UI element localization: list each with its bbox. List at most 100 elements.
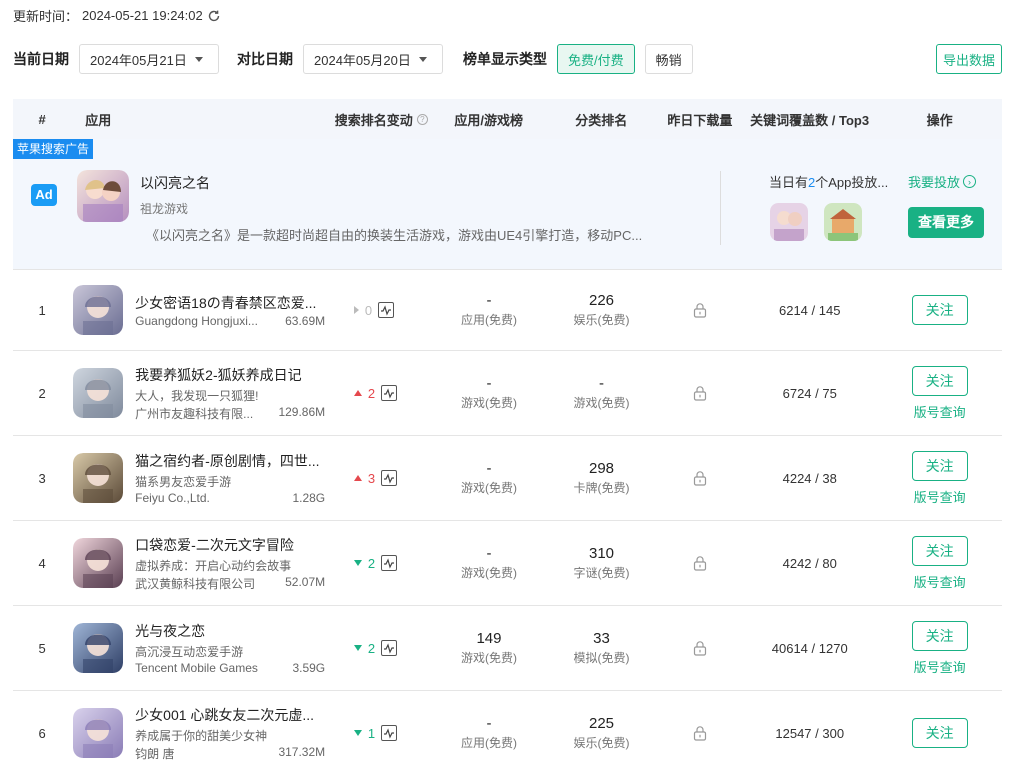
category-rank-value: - [599, 375, 604, 392]
follow-button[interactable]: 关注 [911, 535, 968, 566]
keywords-value: 4242 / 80 [782, 555, 837, 571]
app-cell[interactable]: 口袋恋爱-二次元文字冒险 虚拟养成：开启心动约会故事 武汉黄鲸科技有限公司 52… [71, 535, 334, 592]
app-icon[interactable] [73, 623, 124, 673]
follow-button[interactable]: 关注 [911, 718, 968, 748]
lock-icon[interactable] [693, 555, 707, 571]
ad-cta-link[interactable]: 我要投放 › [908, 172, 977, 191]
compare-date-value: 2024年05月20日 [314, 52, 411, 68]
app-developer-line: 武汉黄鲸科技有限公司 52.07M [135, 575, 325, 592]
rank-number: 1 [38, 302, 46, 318]
type-grossing-button[interactable]: 畅销 [644, 44, 693, 74]
search-change-value: 2 [367, 385, 376, 401]
rank-number: 5 [38, 640, 46, 656]
category-rank-label: 字谜(免费) [573, 566, 630, 580]
app-cell[interactable]: 少女密语18の青春禁区恋爱... Guangdong Hongjuxi... 6… [71, 285, 334, 335]
lock-icon[interactable] [693, 302, 707, 318]
export-button[interactable]: 导出数据 [935, 44, 1002, 74]
table-row: 5 光与夜之恋 高沉浸互动恋爱手游 Tencent Mobile Games 3… [13, 606, 1002, 691]
follow-button[interactable]: 关注 [911, 450, 968, 481]
app-icon[interactable] [73, 453, 124, 503]
ad-mini-icon-2[interactable] [824, 203, 862, 241]
downloads-cell [658, 725, 742, 741]
trend-chart-icon[interactable] [381, 555, 398, 571]
follow-button[interactable]: 关注 [911, 295, 968, 325]
app-subtitle: 大人，我发现一只狐狸! [135, 388, 259, 403]
app-subtitle: 虚拟养成：开启心动约会故事 [135, 558, 292, 573]
category-rank-value: 310 [588, 545, 615, 562]
app-icon[interactable] [73, 708, 124, 758]
app-name[interactable]: 少女001 心跳女友二次元虚... [135, 705, 325, 725]
trend-chart-icon[interactable] [381, 470, 398, 486]
trend-chart-icon[interactable] [378, 302, 395, 318]
app-cell[interactable]: 少女001 心跳女友二次元虚... 养成属于你的甜美少女神 钧朗 唐 317.3… [71, 705, 334, 762]
lock-icon[interactable] [693, 385, 707, 401]
category-rank-cell: 33 模拟(免费) [545, 630, 658, 666]
app-subtitle: 猫系男友恋爱手游 [135, 475, 232, 489]
app-name[interactable]: 少女密语18の青春禁区恋爱... [135, 293, 325, 313]
ad-more-button[interactable]: 查看更多 [908, 207, 984, 238]
col-category: 分类排名 [575, 112, 628, 128]
app-developer-line: 钧朗 唐 317.32M [135, 745, 325, 762]
app-cell[interactable]: 我要养狐妖2-狐妖养成日记 大人，我发现一只狐狸! 广州市友趣科技有限... 1… [71, 365, 334, 422]
search-change-cell: 2 [334, 555, 433, 571]
current-date-select[interactable]: 2024年05月21日 [79, 44, 219, 74]
app-meta: 猫之宿约者-原创剧情，四世... 猫系男友恋爱手游 Feiyu Co.,Ltd.… [135, 451, 325, 505]
ad-cta-label: 我要投放 [908, 175, 961, 190]
compare-date-select[interactable]: 2024年05月20日 [303, 44, 443, 74]
app-developer: Feiyu Co.,Ltd. [135, 491, 210, 505]
trend-chart-icon[interactable] [381, 725, 398, 741]
ad-app-name[interactable]: 以闪亮之名 [140, 173, 210, 193]
app-developer-line: Guangdong Hongjuxi... 63.69M [135, 314, 325, 328]
follow-button[interactable]: 关注 [911, 365, 968, 396]
chart-rank-value: - [486, 460, 492, 477]
app-developer: 广州市友趣科技有限... [135, 406, 254, 421]
category-rank-cell: 225 娱乐(免费) [545, 715, 658, 751]
app-cell[interactable]: 猫之宿约者-原创剧情，四世... 猫系男友恋爱手游 Feiyu Co.,Ltd.… [71, 451, 334, 505]
lock-icon[interactable] [693, 725, 707, 741]
table-row: 6 少女001 心跳女友二次元虚... 养成属于你的甜美少女神 钧朗 唐 317… [13, 691, 1002, 764]
keywords-value: 4224 / 38 [782, 470, 837, 486]
trend-chart-icon[interactable] [381, 640, 398, 656]
category-rank-value: 226 [588, 292, 615, 309]
ad-mini-icon-1[interactable] [770, 203, 808, 241]
help-icon[interactable]: ? [416, 113, 428, 125]
version-query-link[interactable]: 版号查询 [914, 402, 966, 421]
chart-rank-value: - [486, 715, 492, 732]
lock-icon[interactable] [693, 640, 707, 656]
trend-chart-icon[interactable] [381, 385, 398, 401]
lock-icon[interactable] [693, 470, 707, 486]
arrow-up-icon [353, 475, 362, 481]
ad-app-icon[interactable] [77, 170, 129, 222]
version-query-link[interactable]: 版号查询 [914, 572, 966, 591]
keywords-value: 12547 / 300 [775, 725, 845, 741]
search-ad-tag: 苹果搜索广告 [13, 139, 94, 159]
version-query-link[interactable]: 版号查询 [914, 657, 966, 676]
app-name[interactable]: 口袋恋爱-二次元文字冒险 [135, 535, 325, 555]
app-icon[interactable] [73, 285, 124, 335]
app-name[interactable]: 猫之宿约者-原创剧情，四世... [135, 451, 325, 471]
ops-cell: 关注 版号查询 [877, 450, 1002, 506]
chart-rank-value: - [486, 545, 492, 562]
app-cell[interactable]: 光与夜之恋 高沉浸互动恋爱手游 Tencent Mobile Games 3.5… [71, 621, 334, 675]
search-change-cell: 2 [334, 385, 433, 401]
chart-rank-label: 游戏(免费) [460, 396, 517, 410]
type-free-paid-button[interactable]: 免费/付费 [557, 44, 635, 74]
app-meta: 光与夜之恋 高沉浸互动恋爱手游 Tencent Mobile Games 3.5… [135, 621, 325, 675]
app-icon[interactable] [73, 538, 124, 588]
app-icon[interactable] [73, 368, 124, 418]
app-size: 317.32M [278, 744, 326, 759]
rank-number: 4 [38, 555, 46, 571]
col-search-change-label: 搜索排名变动 [334, 112, 413, 128]
follow-button[interactable]: 关注 [911, 620, 968, 651]
ops-cell: 关注 版号查询 [877, 365, 1002, 421]
downloads-cell [658, 302, 742, 318]
col-search-change: 搜索排名变动 ? [335, 110, 433, 129]
chart-rank-label: 应用(免费) [460, 736, 517, 750]
version-query-link[interactable]: 版号查询 [914, 487, 966, 506]
refresh-icon[interactable] [207, 9, 221, 23]
app-name[interactable]: 我要养狐妖2-狐妖养成日记 [135, 365, 325, 385]
app-name[interactable]: 光与夜之恋 [135, 621, 325, 641]
arrow-down-icon [353, 560, 362, 566]
arrow-right-icon [353, 306, 359, 314]
search-change-value: 2 [367, 640, 376, 656]
